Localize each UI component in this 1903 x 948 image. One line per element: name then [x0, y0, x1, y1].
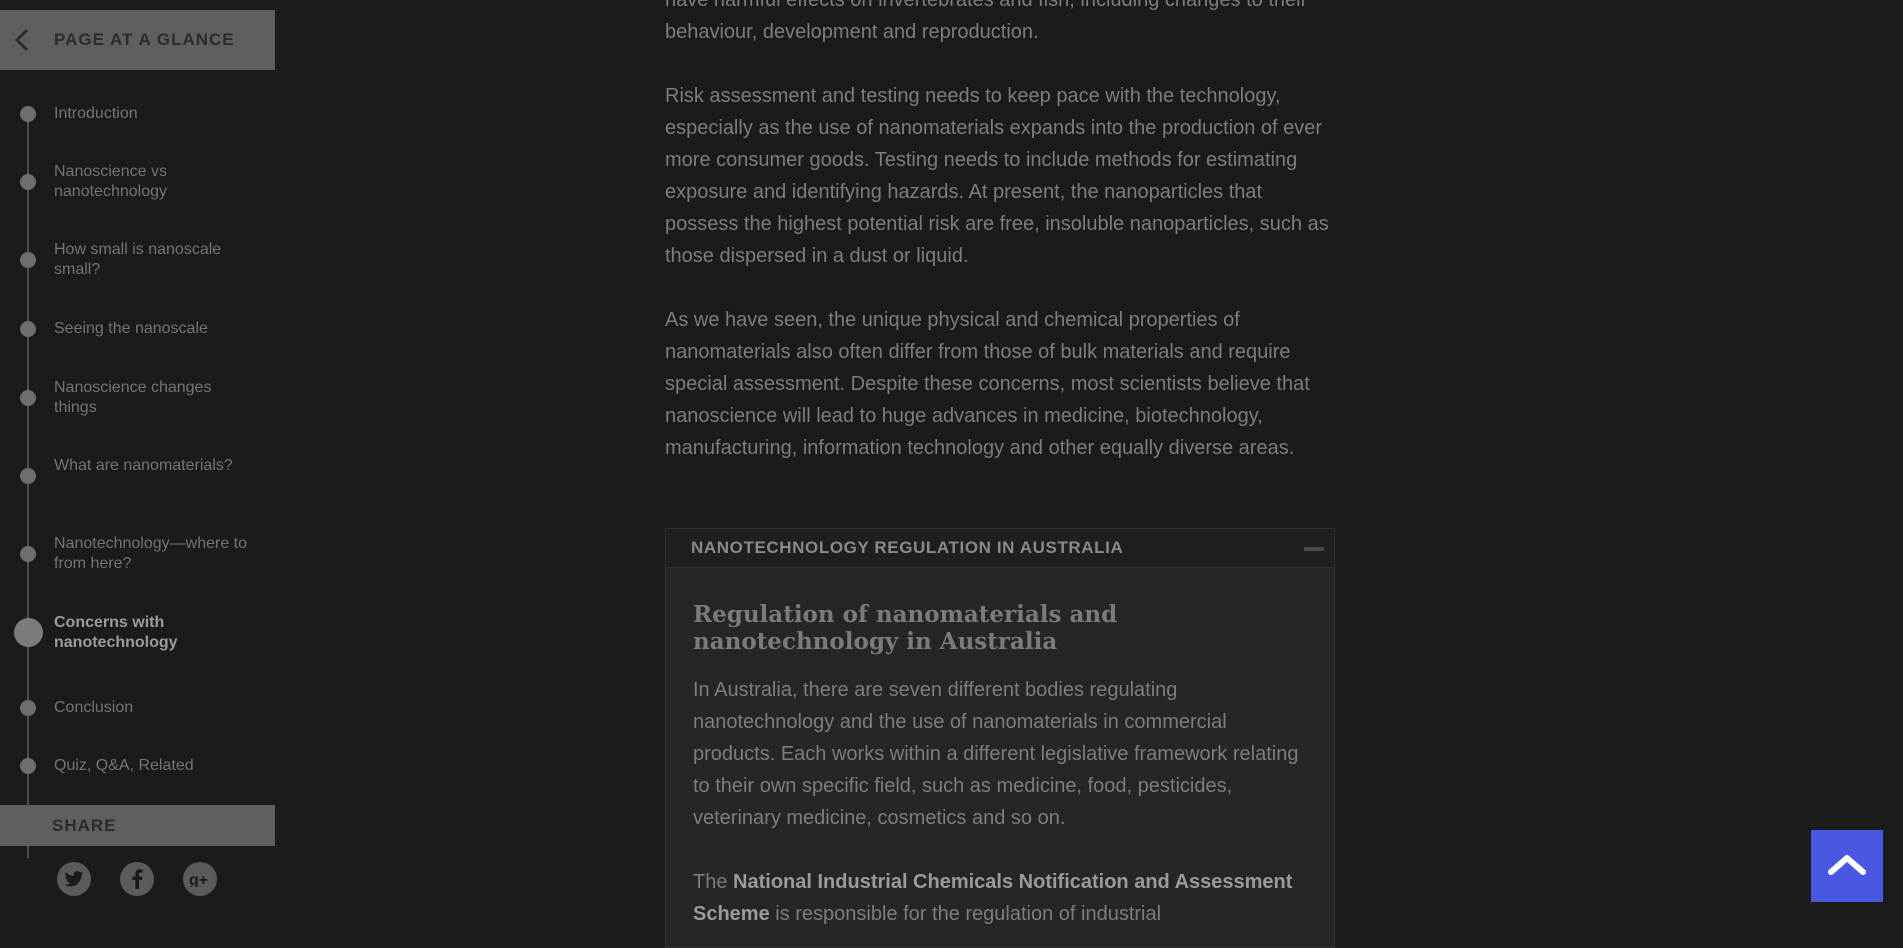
toc-label: Concerns with nanotechnology [54, 614, 178, 651]
toc-label: How small is nanoscale small? [54, 241, 222, 278]
toc-dot-active [14, 618, 43, 647]
share-bar: SHARE [0, 805, 275, 846]
toc-dot [20, 174, 36, 190]
toc-dot [20, 390, 36, 406]
paragraph-harmful-effects: have harmful effects on invertebrates an… [665, 0, 1308, 43]
text-suffix: is responsible for the regulation of ind… [769, 903, 1162, 925]
accordion-paragraph-bodies: In Australia, there are seven different … [693, 679, 1299, 829]
accordion-heading: Regulation of nanomaterials and nanotech… [693, 601, 1118, 655]
page-at-a-glance-header[interactable]: PAGE AT A GLANCE [0, 10, 275, 70]
chevron-up-icon [1827, 852, 1867, 881]
toc-dot [20, 758, 36, 774]
twitter-icon[interactable] [57, 862, 91, 896]
toc-label: Quiz, Q&A, Related [54, 757, 194, 774]
text-prefix: The [693, 871, 734, 893]
toc-line [27, 116, 29, 858]
toc-label: What are nanomaterials? [54, 457, 233, 474]
svg-text:g+: g+ [189, 872, 208, 887]
share-label: SHARE [52, 815, 117, 835]
paragraph-unique-properties: As we have seen, the unique physical and… [665, 309, 1310, 459]
toc-dot [20, 546, 36, 562]
sidebar: PAGE AT A GLANCE Introduction Nanoscienc… [0, 0, 275, 921]
accordion-paragraph-nicnas: The National Industrial Chemicals Notifi… [693, 866, 1303, 930]
collapse-icon[interactable] [1304, 547, 1324, 551]
chevron-left-icon[interactable] [0, 10, 44, 70]
accordion-title: NANOTECHNOLOGY REGULATION IN AUSTRALIA [691, 538, 1124, 557]
toc-dot [20, 468, 36, 484]
toc-label: Introduction [54, 105, 138, 122]
accordion-regulation: NANOTECHNOLOGY REGULATION IN AUSTRALIA R… [665, 528, 1335, 948]
facebook-icon[interactable] [120, 862, 154, 896]
toc-dot [20, 252, 36, 268]
accordion-header[interactable]: NANOTECHNOLOGY REGULATION IN AUSTRALIA [666, 529, 1334, 568]
toc-label: Nanoscience changes things [54, 379, 212, 416]
back-to-top-button[interactable] [1811, 830, 1883, 902]
google-plus-icon[interactable]: g+ [183, 862, 217, 896]
toc-dot [20, 700, 36, 716]
paragraph-risk-assessment: Risk assessment and testing needs to kee… [665, 85, 1329, 267]
toc-label: Seeing the nanoscale [54, 320, 208, 337]
page-at-a-glance-title: PAGE AT A GLANCE [54, 30, 235, 49]
toc-dot [20, 321, 36, 337]
toc-label: Nanoscience vs nanotechnology [54, 163, 167, 200]
table-of-contents: Introduction Nanoscience vs nanotechnolo… [0, 80, 275, 858]
toc-label: Conclusion [54, 699, 134, 716]
toc-label: Nanotechnology—where to from here? [54, 535, 248, 572]
toc-dot [20, 106, 36, 122]
